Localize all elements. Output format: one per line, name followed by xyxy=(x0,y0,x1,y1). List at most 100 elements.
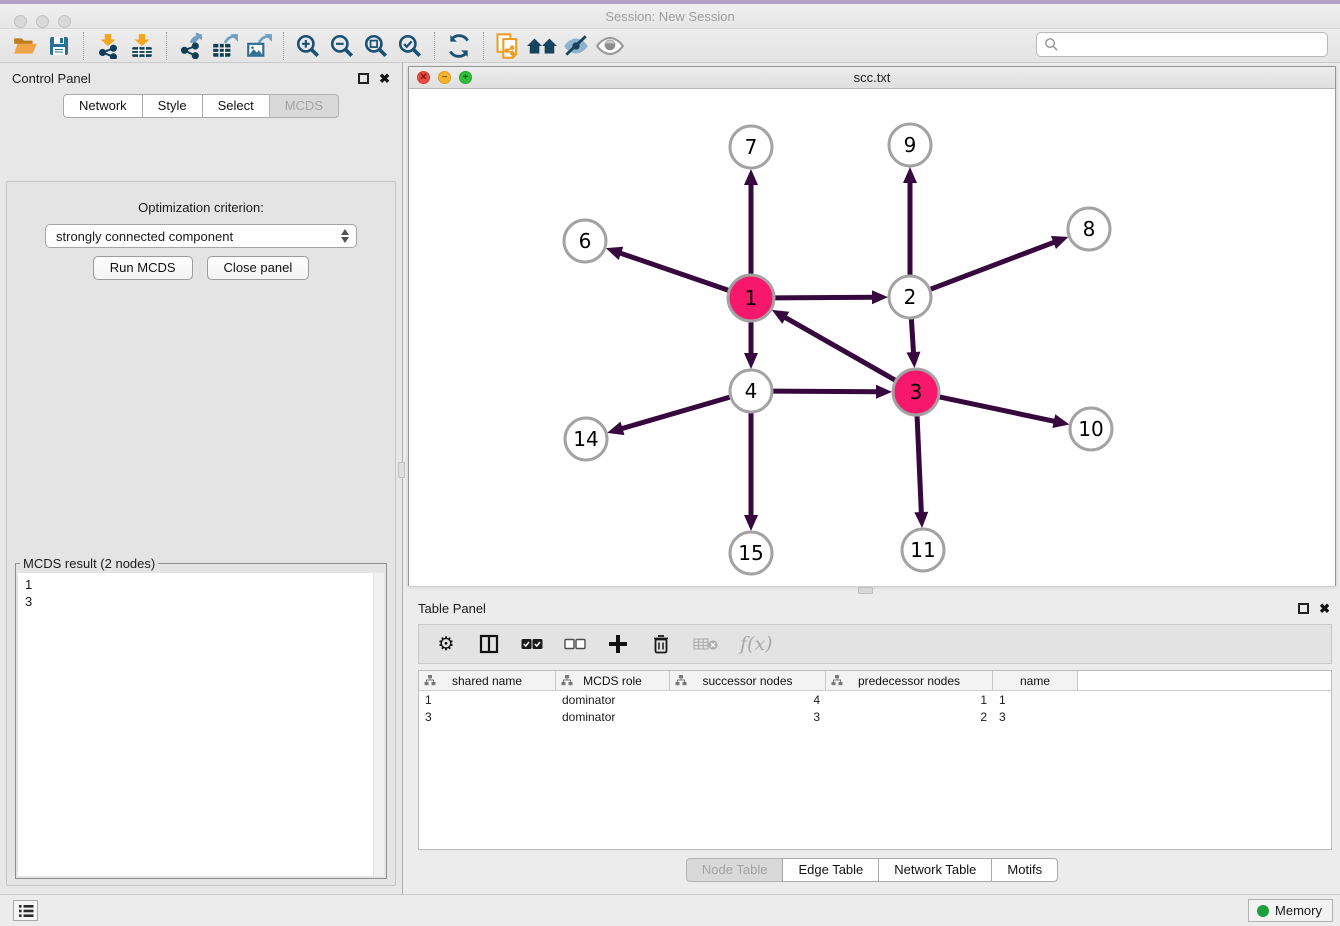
network-minimize-button[interactable]: − xyxy=(438,71,451,84)
task-history-button[interactable] xyxy=(13,900,38,921)
edge-2-8[interactable] xyxy=(931,241,1057,289)
table-panel-title: Table Panel xyxy=(418,601,1298,616)
close-panel-button[interactable]: Close panel xyxy=(207,256,310,280)
refresh-button[interactable] xyxy=(442,31,476,61)
column-header-successor-nodes[interactable]: successor nodes xyxy=(670,671,826,690)
edge-3-1[interactable] xyxy=(783,316,895,380)
optimization-criterion-dropdown[interactable]: strongly connected component xyxy=(45,224,357,248)
float-table-panel-icon[interactable] xyxy=(1298,603,1309,614)
edge-2-3[interactable] xyxy=(911,319,913,355)
function-builder-button[interactable]: f(x) xyxy=(740,631,773,657)
zoom-out-button[interactable] xyxy=(325,31,359,61)
network-maximize-button[interactable]: + xyxy=(459,71,472,84)
graph-node-label: 15 xyxy=(738,541,763,565)
create-column-button[interactable] xyxy=(607,631,629,657)
table-cell[interactable]: 3 xyxy=(670,710,826,724)
network-window-controls[interactable]: ✕ − + xyxy=(417,71,472,84)
search-input[interactable] xyxy=(1064,35,1327,55)
edge-4-14[interactable] xyxy=(620,397,730,429)
control-tab-mcds[interactable]: MCDS xyxy=(269,94,339,118)
column-header-predecessor-nodes[interactable]: predecessor nodes xyxy=(826,671,993,690)
export-network-button[interactable] xyxy=(174,31,208,61)
home-button[interactable] xyxy=(525,31,559,61)
zoom-in-button[interactable] xyxy=(291,31,325,61)
control-tab-style[interactable]: Style xyxy=(142,94,203,118)
app-zoom-button[interactable] xyxy=(58,15,71,28)
table-row[interactable]: 1dominator411 xyxy=(419,691,1331,708)
table-cell[interactable]: 4 xyxy=(670,693,826,707)
table-row[interactable]: 3dominator323 xyxy=(419,708,1331,725)
graph-node-label: 3 xyxy=(910,380,923,404)
table-cell[interactable]: dominator xyxy=(556,693,670,707)
table-tab-edge-table[interactable]: Edge Table xyxy=(782,858,879,882)
edge-3-10[interactable] xyxy=(939,397,1056,422)
table-cell[interactable]: 3 xyxy=(993,710,1078,724)
table-cell[interactable]: 1 xyxy=(826,693,993,707)
app-close-button[interactable] xyxy=(14,15,27,28)
float-panel-icon[interactable] xyxy=(358,73,369,84)
vertical-splitter-handle[interactable] xyxy=(398,462,405,478)
table-cell[interactable]: dominator xyxy=(556,710,670,724)
network-close-button[interactable]: ✕ xyxy=(417,71,430,84)
mcds-panel: Optimization criterion: strongly connect… xyxy=(6,181,396,886)
home-icon xyxy=(526,33,558,59)
import-network-button[interactable] xyxy=(91,31,125,61)
zoom-selected-button[interactable] xyxy=(393,31,427,61)
hierarchy-icon xyxy=(561,675,573,686)
hierarchy-icon xyxy=(424,675,436,686)
control-tab-select[interactable]: Select xyxy=(202,94,270,118)
app-title: Session: New Session xyxy=(605,9,734,24)
table-cell[interactable]: 1 xyxy=(419,693,556,707)
memory-button[interactable]: Memory xyxy=(1248,899,1333,922)
table-tab-motifs[interactable]: Motifs xyxy=(991,858,1058,882)
edge-1-6[interactable] xyxy=(618,252,728,290)
delete-columns-button[interactable] xyxy=(650,631,672,657)
table-cell[interactable]: 3 xyxy=(419,710,556,724)
import-table-button[interactable] xyxy=(125,31,159,61)
table-tab-network-table[interactable]: Network Table xyxy=(878,858,992,882)
table-cell[interactable]: 1 xyxy=(993,693,1078,707)
select-all-rows-button[interactable] xyxy=(521,631,543,657)
export-image-button[interactable] xyxy=(242,31,276,61)
memory-label: Memory xyxy=(1275,903,1322,918)
network-graph[interactable]: 7968124314101511 xyxy=(409,89,1335,586)
memory-status-icon xyxy=(1257,905,1269,917)
export-image-icon xyxy=(245,33,273,59)
column-header-MCDS-role[interactable]: MCDS role xyxy=(556,671,670,690)
close-table-panel-icon[interactable]: ✖ xyxy=(1319,603,1330,614)
zoom-fit-button[interactable] xyxy=(359,31,393,61)
app-titlebar: Session: New Session xyxy=(0,4,1340,29)
column-header-shared-name[interactable]: shared name xyxy=(419,671,556,690)
open-session-button[interactable] xyxy=(8,31,42,61)
deselect-all-rows-button[interactable] xyxy=(564,631,586,657)
table-settings-button[interactable]: ⚙ xyxy=(435,631,457,657)
table-tab-node-table[interactable]: Node Table xyxy=(686,858,784,882)
table-panel-header: Table Panel ✖ xyxy=(404,596,1340,616)
edge-4-3[interactable] xyxy=(773,391,879,392)
network-window-titlebar[interactable]: ✕ − + scc.txt xyxy=(409,67,1335,89)
graph-node-label: 14 xyxy=(573,427,598,451)
table-panel: Table Panel ✖ ⚙ xyxy=(404,596,1340,894)
edge-3-11[interactable] xyxy=(917,416,921,515)
app-window-controls[interactable] xyxy=(14,15,71,28)
hide-panels-button[interactable] xyxy=(559,31,593,61)
column-header-name[interactable]: name xyxy=(993,671,1078,690)
delete-table-button[interactable] xyxy=(693,631,719,657)
node-table[interactable]: shared nameMCDS rolesuccessor nodesprede… xyxy=(418,670,1332,850)
edge-arrowhead xyxy=(607,422,624,435)
show-panels-button[interactable] xyxy=(593,31,627,61)
control-tab-network[interactable]: Network xyxy=(63,94,143,118)
network-canvas[interactable]: 7968124314101511 xyxy=(409,89,1335,586)
search-box[interactable] xyxy=(1036,32,1328,57)
app-minimize-button[interactable] xyxy=(36,15,49,28)
show-columns-button[interactable] xyxy=(478,631,500,657)
run-mcds-button[interactable]: Run MCDS xyxy=(93,256,193,280)
edge-1-2[interactable] xyxy=(775,297,875,298)
new-network-from-selection-button[interactable] xyxy=(491,31,525,61)
export-table-button[interactable] xyxy=(208,31,242,61)
horizontal-splitter-handle[interactable] xyxy=(858,587,873,594)
save-session-button[interactable] xyxy=(42,31,76,61)
table-cell[interactable]: 2 xyxy=(826,710,993,724)
result-scrollbar[interactable] xyxy=(373,573,384,876)
close-panel-icon[interactable]: ✖ xyxy=(379,73,390,84)
